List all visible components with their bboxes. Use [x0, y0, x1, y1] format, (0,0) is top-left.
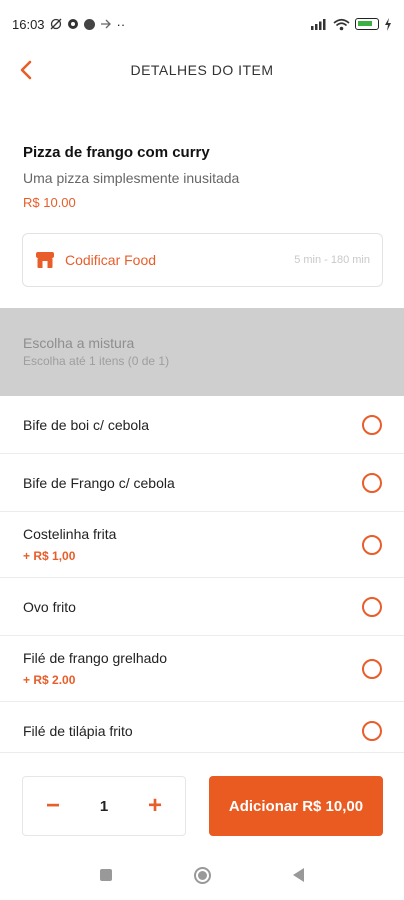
option-item[interactable]: Bife de boi c/ cebola — [0, 396, 404, 454]
radio-unselected-icon[interactable] — [362, 658, 382, 679]
option-label: Costelinha frita — [23, 526, 117, 542]
quantity-stepper: − 1 + — [22, 776, 186, 836]
item-name: Pizza de frango com curry — [23, 144, 210, 161]
status-bar: 16:03 ·· — [0, 0, 404, 48]
sync-icon — [67, 19, 78, 29]
store-name: Codificar Food — [65, 252, 157, 268]
cart-bar: − 1 + Adicionar R$ 10,00 — [0, 752, 404, 850]
store-delivery-time: 5 min - 180 min — [294, 254, 370, 266]
radio-unselected-icon[interactable] — [362, 534, 382, 555]
back-button[interactable] — [12, 56, 40, 84]
decrease-quantity-button[interactable]: − — [41, 792, 65, 819]
home-icon[interactable] — [194, 866, 211, 884]
item-description: Uma pizza simplesmente inusitada — [23, 170, 240, 186]
item-price: R$ 10.00 — [23, 195, 76, 210]
option-item[interactable]: Bife de Frango c/ cebola — [0, 454, 404, 512]
increase-quantity-button[interactable]: + — [143, 792, 167, 819]
radio-unselected-icon[interactable] — [362, 414, 382, 435]
quantity-value: 1 — [99, 797, 109, 815]
add-to-cart-button[interactable]: Adicionar R$ 10,00 — [209, 776, 383, 836]
recent-apps-icon[interactable] — [100, 869, 112, 881]
chevron-left-icon — [20, 60, 32, 80]
option-price: + R$ 2.00 — [23, 673, 76, 687]
status-extra: ·· — [116, 16, 126, 32]
option-price: + R$ 1,00 — [23, 549, 76, 563]
notification-dot-icon — [83, 18, 95, 30]
option-label: Bife de boi c/ cebola — [23, 416, 150, 433]
option-item[interactable]: Costelinha frita + R$ 1,00 — [0, 512, 404, 578]
header: DETALHES DO ITEM — [0, 48, 404, 92]
signal-icon — [311, 19, 326, 30]
radio-unselected-icon[interactable] — [362, 472, 382, 493]
option-item[interactable]: Filé de frango grelhado + R$ 2.00 — [0, 636, 404, 702]
battery-icon — [355, 18, 379, 30]
system-nav-bar — [0, 850, 404, 900]
status-time: 16:03 — [12, 16, 45, 32]
choice-title: Escolha a mistura — [23, 335, 135, 351]
choice-section-header: Escolha a mistura Escolha até 1 itens (0… — [0, 308, 404, 396]
page-title: DETALHES DO ITEM — [130, 62, 274, 78]
option-item[interactable]: Filé de tilápia frito — [0, 702, 404, 752]
option-item[interactable]: Ovo frito — [0, 578, 404, 636]
option-label: Ovo frito — [23, 598, 76, 615]
option-label: Filé de frango grelhado — [23, 650, 167, 666]
arrow-icon — [100, 19, 111, 29]
options-list: Bife de boi c/ cebola Bife de Frango c/ … — [0, 396, 404, 752]
wifi-icon — [333, 18, 350, 30]
option-label: Bife de Frango c/ cebola — [23, 474, 175, 491]
store-icon — [36, 252, 54, 268]
choice-subtitle: Escolha até 1 itens (0 de 1) — [23, 354, 170, 368]
item-info: Pizza de frango com curry Uma pizza simp… — [23, 144, 383, 210]
radio-unselected-icon[interactable] — [362, 720, 382, 741]
alarm-off-icon — [50, 18, 62, 30]
system-back-icon[interactable] — [293, 868, 304, 882]
charging-icon — [385, 17, 391, 31]
radio-unselected-icon[interactable] — [362, 596, 382, 617]
option-label: Filé de tilápia frito — [23, 722, 133, 739]
store-card[interactable]: Codificar Food 5 min - 180 min — [22, 233, 383, 287]
